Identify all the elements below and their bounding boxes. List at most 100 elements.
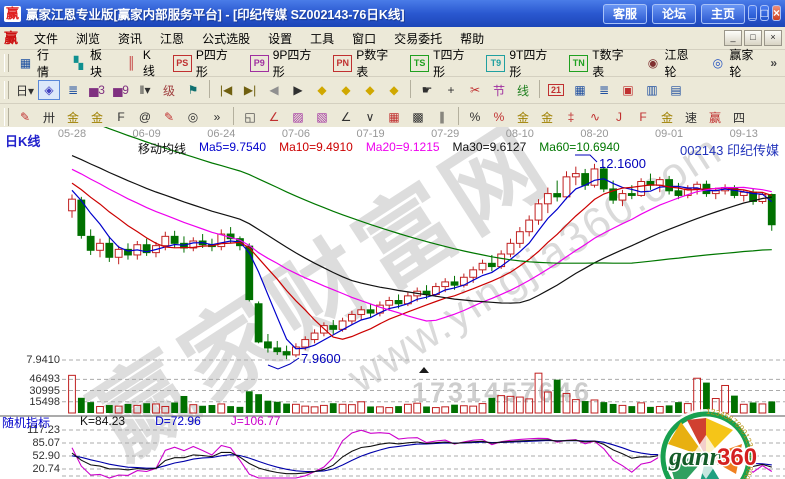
grid2-tool[interactable]: ▩ [407, 107, 429, 127]
scroll-right-button[interactable]: ◆ [335, 80, 357, 100]
mark-tool[interactable]: ✎ [158, 107, 180, 127]
t-number-button[interactable]: TN T数字表 [569, 46, 635, 80]
gann-net-tool[interactable]: ◈ [38, 80, 60, 100]
divider-tool[interactable]: ‡ [560, 107, 582, 127]
cycle-tool[interactable]: 节 [488, 80, 510, 100]
minimize-button[interactable]: _ [748, 5, 757, 21]
zoom-out-button[interactable]: ◆ [383, 80, 405, 100]
toolbar-button-label: 9T四方形 [509, 46, 559, 80]
gold-grid2-tool[interactable]: 金 [86, 107, 108, 127]
close-button[interactable]: × [772, 5, 781, 21]
zoom-in-button[interactable]: ◆ [359, 80, 381, 100]
more-draw-tools[interactable]: » [206, 107, 228, 127]
p-number-button[interactable]: PN P数字表 [333, 46, 400, 80]
gold-circle-tool[interactable]: 金 [512, 107, 534, 127]
gann-box-tool[interactable]: ▨ [287, 107, 309, 127]
toolbar-button-icon: ◎ [710, 56, 725, 71]
gann-square-tool[interactable]: ▧ [311, 107, 333, 127]
angle-tool[interactable]: ∠ [335, 107, 357, 127]
time-circle-tool[interactable]: ◎ [182, 107, 204, 127]
toolbar-grip[interactable] [4, 54, 9, 72]
support-button[interactable]: 客服 [603, 4, 647, 24]
j-line-tool[interactable]: J [608, 107, 630, 127]
bars3-tool[interactable]: ▅3 [86, 80, 108, 100]
flag-tool[interactable]: ⚑ [182, 80, 204, 100]
maximize-button[interactable]: □ [760, 5, 769, 21]
percent-tool[interactable]: % [464, 107, 486, 127]
prev-button[interactable]: ◀ [263, 80, 285, 100]
axis-label: 7.9410 [2, 354, 60, 366]
p9-square-button[interactable]: P9 9P四方形 [250, 46, 324, 80]
toolbar-grip[interactable] [4, 81, 9, 99]
mdi-minimize-button[interactable]: _ [724, 30, 742, 46]
percent-lines-tool[interactable]: % [488, 107, 510, 127]
mdi-restore-button[interactable]: □ [744, 30, 762, 46]
spiral-tool[interactable]: @ [134, 107, 156, 127]
date-label: 06-09 [133, 128, 161, 140]
figure-tool[interactable]: 级 [158, 80, 180, 100]
date-label: 06-24 [207, 128, 235, 140]
last-page-button[interactable]: ▶| [239, 80, 261, 100]
draw-tool-button[interactable] [458, 107, 459, 125]
snapshot-button[interactable]: ▥ [641, 80, 663, 100]
wave-tool[interactable]: ∿ [584, 107, 606, 127]
gann-frame-tool[interactable]: ◱ [239, 107, 261, 127]
gold-grid-tool[interactable]: 金 [62, 107, 84, 127]
hand-tool[interactable]: ☛ [416, 80, 438, 100]
measure-tool[interactable]: ✂ [464, 80, 486, 100]
curve-tool[interactable]: 线 [512, 80, 534, 100]
winner-wheel-button[interactable]: ◎ 赢家轮 [710, 46, 765, 80]
fib-grid-tool[interactable]: F [110, 107, 132, 127]
grid-tool[interactable]: ▦ [383, 107, 405, 127]
p-square-button[interactable]: PS P四方形 [173, 46, 240, 80]
batch-lines-tool[interactable]: 卅 [38, 107, 60, 127]
app-icon: 赢 [4, 6, 21, 22]
zigzag-tool[interactable]: ∨ [359, 107, 381, 127]
quotes-button[interactable]: ▦ 行情 [18, 46, 61, 80]
mdi-close-button[interactable]: × [764, 30, 782, 46]
axis-label: 15498 [2, 396, 60, 408]
tool-button[interactable] [209, 80, 210, 98]
calendar-button[interactable]: 21 [545, 80, 567, 100]
parallel-tool[interactable]: ∥ [431, 107, 453, 127]
gold-angle-tool[interactable]: 金 [656, 107, 678, 127]
t9-square-button[interactable]: T9 9T四方形 [486, 46, 559, 80]
thin-candle-dropdown[interactable]: ‖▾ [134, 80, 156, 100]
crosshair-tool[interactable]: + [440, 80, 462, 100]
draw-tool-button[interactable] [233, 107, 234, 125]
ma-label: Ma30=9.6127 [453, 140, 527, 157]
gann-wheel-button[interactable]: ◉ 江恩轮 [645, 46, 700, 80]
print-button[interactable]: ▤ [665, 80, 687, 100]
forum-button[interactable]: 论坛 [652, 4, 696, 24]
scroll-left-button[interactable]: ◆ [311, 80, 333, 100]
memo-tool[interactable]: ≣ [62, 80, 84, 100]
candle-style-dropdown[interactable]: 日▾ [14, 80, 36, 100]
speed-line-tool[interactable]: 速 [680, 107, 702, 127]
sectors-button[interactable]: ▚ 板块 [71, 46, 114, 80]
gann-fan-tool[interactable]: ∠ [263, 107, 285, 127]
tool-button[interactable] [410, 80, 411, 98]
chart-area[interactable]: 赢家财富网 www.yingjia360.com 1731457646 日K线 … [0, 127, 785, 479]
date-label: 07-29 [431, 128, 459, 140]
bars9-tool[interactable]: ▅9 [110, 80, 132, 100]
date-label: 09-01 [655, 128, 683, 140]
t-square-button[interactable]: TS T四方形 [410, 46, 476, 80]
notes-button[interactable]: ≣ [593, 80, 615, 100]
axis-label: 85.07 [2, 437, 60, 449]
calculator-button[interactable]: ▦ [569, 80, 591, 100]
first-page-button[interactable]: |◀ [215, 80, 237, 100]
toolbar-grip[interactable] [4, 108, 9, 126]
f-line-tool[interactable]: F [632, 107, 654, 127]
save-button[interactable]: ▣ [617, 80, 639, 100]
next-button[interactable]: ▶ [287, 80, 309, 100]
kline-button[interactable]: ║ K线 [124, 46, 163, 80]
toolbar-overflow-chevron[interactable]: » [770, 56, 777, 70]
win-line-tool[interactable]: 赢 [704, 107, 726, 127]
gold-lines-tool[interactable]: 金 [536, 107, 558, 127]
tools-toolbar: 日▾◈≣▅3▅9‖▾级⚑|◀▶|◀▶◆◆◆◆☛+✂节线21▦≣▣▥▤ [0, 77, 785, 104]
kdj-label: 随机指标 [2, 414, 50, 431]
four-line-tool[interactable]: 四 [728, 107, 750, 127]
pen-tool[interactable]: ✎ [14, 107, 36, 127]
home-button[interactable]: 主页 [701, 4, 745, 24]
tool-button[interactable] [539, 80, 540, 98]
